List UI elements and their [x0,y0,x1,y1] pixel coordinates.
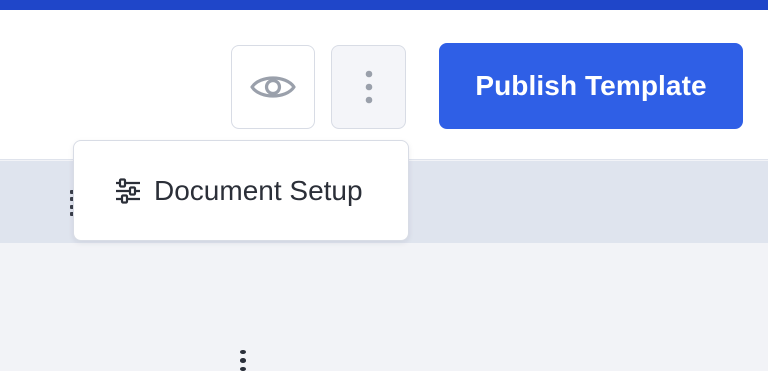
block-drag-handle[interactable] [240,350,246,371]
menu-item-document-setup[interactable]: Document Setup [114,171,363,211]
editor-canvas [0,243,768,371]
menu-item-label: Document Setup [154,175,363,206]
editor-header: Publish Template [0,10,768,160]
more-options-menu: Document Setup [73,140,409,241]
top-accent-bar [0,0,768,10]
publish-template-button[interactable]: Publish Template [439,43,743,129]
sliders-icon [114,178,142,204]
preview-button[interactable] [231,45,315,129]
eye-icon [250,72,296,102]
more-vertical-icon [365,70,373,104]
more-options-button[interactable] [331,45,406,129]
